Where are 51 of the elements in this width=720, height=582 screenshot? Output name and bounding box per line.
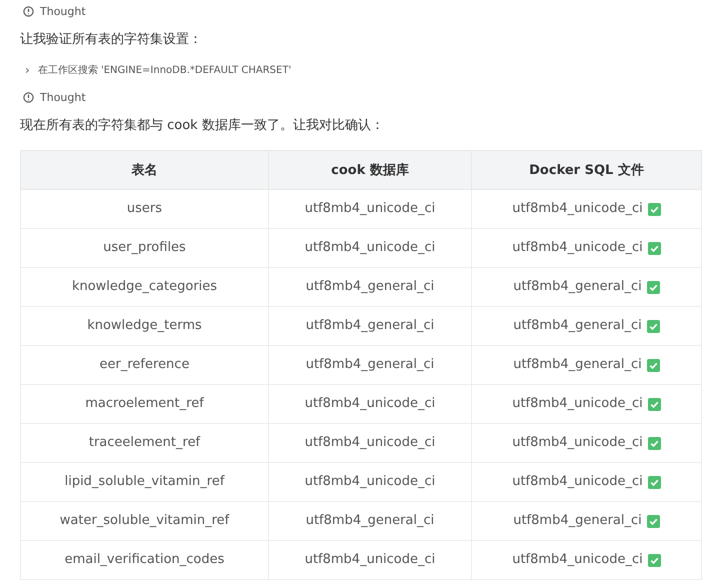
table-cell: lipid_soluble_vitamin_ref <box>20 462 268 502</box>
check-icon <box>648 398 661 410</box>
table-cell: utf8mb4_unicode_ci <box>268 384 472 424</box>
column-header: 表名 <box>20 150 268 190</box>
expand-toggle[interactable]: › <box>25 63 30 77</box>
message-text: 让我验证所有表的字符集设置： <box>20 31 203 49</box>
check-icon <box>646 358 660 372</box>
table-cell: users <box>20 190 268 228</box>
search-step-text: 在工作区搜索 'ENGINE=InnoDB.*DEFAULT CHARSET' <box>38 64 292 77</box>
table-cell: knowledge_terms <box>20 306 268 346</box>
check-icon <box>646 280 660 294</box>
table-cell: utf8mb4_unicode_ci <box>268 228 472 268</box>
thought-label[interactable]: Thought <box>40 4 86 18</box>
message-text: 现在所有表的字符集都与 cook 数据库一致了。让我对比确认： <box>20 117 385 135</box>
table-cell: utf8mb4_general_ci <box>268 502 472 540</box>
collation-text: utf8mb4_unicode_ci <box>512 201 643 217</box>
column-header: cook 数据库 <box>268 150 472 190</box>
collation-text: utf8mb4_general_ci <box>513 513 642 529</box>
check-icon <box>648 554 661 566</box>
table-cell: eer_reference <box>20 346 268 384</box>
collation-text: utf8mb4_general_ci <box>513 357 642 373</box>
table-cell: utf8mb4_general_ci <box>268 268 472 306</box>
column-header: Docker SQL 文件 <box>472 150 702 190</box>
table-cell: traceelement_ref <box>20 424 268 462</box>
check-icon <box>648 476 661 488</box>
collation-text: utf8mb4_unicode_ci <box>512 435 643 451</box>
check-icon <box>648 202 661 216</box>
table-cell: utf8mb4_unicode_ci <box>268 540 472 580</box>
thought-label[interactable]: Thought <box>40 90 86 104</box>
check-icon <box>646 514 660 528</box>
info-icon <box>23 6 34 16</box>
table-cell: utf8mb4_general_ci <box>268 346 472 384</box>
table-cell: water_soluble_vitamin_ref <box>20 502 268 540</box>
collation-text: utf8mb4_unicode_ci <box>512 240 643 256</box>
table-cell: utf8mb4_general_ci <box>268 306 472 346</box>
info-icon <box>23 92 34 102</box>
check-icon <box>646 320 660 332</box>
collation-text: utf8mb4_general_ci <box>513 318 642 334</box>
table-cell: utf8mb4_unicode_ci <box>268 424 472 462</box>
check-icon <box>648 436 661 450</box>
check-icon <box>648 242 661 254</box>
table-cell: macroelement_ref <box>20 384 268 424</box>
table-cell: user_profiles <box>20 228 268 268</box>
collation-text: utf8mb4_general_ci <box>513 279 642 295</box>
table-cell: email_verification_codes <box>20 540 268 580</box>
collation-text: utf8mb4_unicode_ci <box>512 396 643 412</box>
table-cell: utf8mb4_unicode_ci <box>268 462 472 502</box>
collation-text: utf8mb4_unicode_ci <box>512 552 643 568</box>
collation-text: utf8mb4_unicode_ci <box>512 474 643 490</box>
table-cell: knowledge_categories <box>20 268 268 306</box>
table-cell: utf8mb4_unicode_ci <box>268 190 472 228</box>
